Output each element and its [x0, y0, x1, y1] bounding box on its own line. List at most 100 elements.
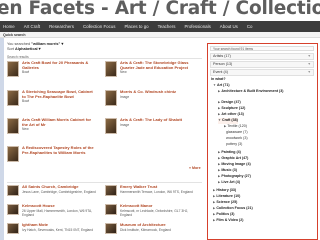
result-card[interactable]: Morris & Co. Windrush chintz Image: [105, 89, 201, 112]
result-thumbnail[interactable]: [105, 61, 117, 77]
result-title[interactable]: A Rediscovered Tapestry Roles of the Pre…: [22, 145, 96, 155]
facet-tree-item[interactable]: ▶Design (47): [218, 100, 241, 106]
facet-tree-item[interactable]: glassware (7): [226, 130, 248, 136]
facet-filter-artists[interactable]: Artists (17) ▼: [210, 53, 314, 60]
result-type: Image: [120, 122, 130, 127]
triangle-right-icon[interactable]: ▶: [213, 200, 215, 204]
chevron-down-icon[interactable]: ▼: [308, 62, 311, 67]
triangle-right-icon[interactable]: ▶: [218, 156, 220, 160]
section-divider: [7, 182, 202, 183]
nav-item-places[interactable]: Places to go: [120, 21, 153, 32]
triangle-right-icon[interactable]: ▶: [218, 89, 220, 93]
facet-filter-event[interactable]: Event (4) ▼: [210, 69, 314, 76]
result-type: Bowl: [22, 70, 30, 75]
triangle-right-icon[interactable]: ▶: [218, 168, 220, 172]
place-thumbnail[interactable]: [105, 204, 117, 215]
facet-tree-item[interactable]: woodwork (3): [226, 136, 248, 142]
page-edge-decoration: [0, 38, 4, 240]
facet-tree-item[interactable]: ▶Collection Focus (21): [213, 206, 253, 212]
result-thumbnail[interactable]: [105, 118, 117, 134]
triangle-right-icon[interactable]: ▶: [218, 174, 220, 178]
chevron-down-icon[interactable]: ▼: [308, 54, 311, 59]
facet-tree-item[interactable]: ▶Moving Image (4): [218, 162, 251, 168]
result-card[interactable]: Arts & Craft: The Stonebridge Glass Quar…: [105, 60, 201, 83]
place-thumbnail[interactable]: [105, 185, 117, 196]
nav-item-teachers[interactable]: Teachers: [153, 21, 180, 32]
searched-value[interactable]: "william morris" ▾: [31, 42, 63, 46]
nav-item-about[interactable]: About Us: [215, 21, 242, 32]
facet-tree-item[interactable]: pottery (3): [226, 142, 242, 148]
nav-item-art-craft[interactable]: Art Craft: [19, 21, 44, 32]
triangle-right-icon[interactable]: ▶: [224, 124, 226, 128]
place-address: Dick Institute, Kilmarnock, England: [120, 227, 171, 232]
place-item[interactable]: Museum of Architecture Dick Institute, K…: [105, 222, 201, 239]
place-item[interactable]: Emery Walker Trust Hammersmith Terrace, …: [105, 184, 201, 201]
facet-section-heading: In what?: [211, 77, 226, 81]
facet-tree-item[interactable]: ▶Sculpture (12): [218, 106, 245, 112]
facet-tree-item[interactable]: ▶Art other (13): [218, 112, 244, 118]
triangle-right-icon[interactable]: ▶: [218, 150, 220, 154]
triangle-right-icon[interactable]: ▶: [218, 180, 220, 184]
nav-item-collection-focus[interactable]: Collection Focus: [78, 21, 119, 32]
breadcrumb-label[interactable]: Quick search: [3, 33, 26, 37]
place-thumbnail[interactable]: [105, 223, 117, 234]
facet-tree-item[interactable]: ▶Literature (10): [213, 194, 240, 200]
sort-select[interactable]: Alphabetical ▾: [15, 47, 41, 51]
chevron-down-icon[interactable]: ▼: [308, 70, 311, 75]
triangle-down-icon[interactable]: ▼: [218, 118, 221, 122]
facet-tree-item[interactable]: ▶Live Art (4): [218, 180, 240, 186]
facet-tree-item[interactable]: ▶Film & Video (2): [213, 218, 243, 224]
nav-item-researchers[interactable]: Researchers: [45, 21, 79, 32]
triangle-right-icon[interactable]: ▶: [213, 212, 215, 216]
triangle-right-icon[interactable]: ▶: [213, 218, 215, 222]
facet-filter-label: Artists (17): [213, 54, 231, 58]
facet-tree-item[interactable]: ▶Architecture & Built Environment (3): [218, 89, 283, 95]
nav-item-home[interactable]: Home: [0, 21, 19, 32]
facet-tree-item[interactable]: ▶Science (25): [213, 200, 237, 206]
result-title[interactable]: Arts Craft William Morris Cabinet for th…: [22, 117, 96, 127]
result-thumbnail[interactable]: [105, 90, 117, 106]
facet-tree-item[interactable]: ▶Music (3): [218, 168, 237, 174]
result-thumbnail[interactable]: [7, 146, 19, 162]
triangle-right-icon[interactable]: ▶: [218, 162, 220, 166]
facet-sidebar: Your search found 91 items Artists (17) ▼…: [207, 43, 318, 240]
facet-tree-item[interactable]: ▼Art (71): [213, 83, 230, 89]
result-card[interactable]: A Rediscovered Tapestry Roles of the Pre…: [7, 145, 103, 168]
result-title[interactable]: Arts & Craft: The Stonebridge Glass Quar…: [120, 60, 194, 70]
more-results-link[interactable]: » More: [189, 166, 201, 170]
place-item[interactable]: All Saints Church, Cambridge Jesus Lane,…: [7, 184, 103, 201]
result-title[interactable]: A Stretching Seascape Bowl, Cabinet to T…: [22, 89, 96, 99]
triangle-right-icon[interactable]: ▶: [213, 206, 215, 210]
result-title[interactable]: Arts Craft Bowl for 20 Pheasants & Galle…: [22, 60, 96, 70]
place-item[interactable]: Kelmscott Manor Kelmscott, nr Lechlade, …: [105, 203, 201, 220]
triangle-right-icon[interactable]: ▶: [218, 106, 220, 110]
facet-tree-item[interactable]: ▼Craft (38): [218, 118, 238, 124]
result-thumbnail[interactable]: [7, 90, 19, 106]
result-type: Image: [120, 94, 130, 99]
place-item[interactable]: Ightham Mote Ivy Hatch, Sevenoaks, Kent,…: [7, 222, 103, 239]
result-thumbnail[interactable]: [7, 61, 19, 77]
facet-tree-item[interactable]: ▶Politics (3): [213, 212, 235, 218]
result-card[interactable]: Arts Craft William Morris Cabinet for th…: [7, 117, 103, 140]
triangle-right-icon[interactable]: ▶: [218, 100, 220, 104]
triangle-right-icon[interactable]: ▶: [213, 194, 215, 198]
facet-tree-item[interactable]: ▶Graphic Art (47): [218, 156, 248, 162]
result-card[interactable]: Arts Craft Bowl for 20 Pheasants & Galle…: [7, 60, 103, 83]
result-card[interactable]: Arts & Craft: The Lady of Shalott Image: [105, 117, 201, 140]
facet-tree-item[interactable]: ▶Textile (120): [224, 124, 247, 130]
place-thumbnail[interactable]: [7, 185, 19, 196]
triangle-right-icon[interactable]: ▶: [218, 112, 220, 116]
facet-tree-item[interactable]: ▶History (33): [213, 188, 236, 194]
triangle-right-icon[interactable]: ▶: [213, 188, 215, 192]
nav-item-professionals[interactable]: Professionals: [180, 21, 215, 32]
triangle-down-icon[interactable]: ▼: [213, 83, 216, 87]
facet-filter-person[interactable]: Person (13) ▼: [210, 61, 314, 68]
facet-tree-item[interactable]: ▶Photography (27): [218, 174, 251, 180]
facet-tree-item[interactable]: ▶Painting (4): [218, 150, 241, 156]
nav-item-more[interactable]: Co: [242, 21, 257, 32]
result-thumbnail[interactable]: [7, 118, 19, 134]
place-thumbnail[interactable]: [7, 223, 19, 234]
result-card[interactable]: A Stretching Seascape Bowl, Cabinet to T…: [7, 89, 103, 112]
place-item[interactable]: Kelmscott House 26 Upper Mall, Hammersmi…: [7, 203, 103, 220]
place-thumbnail[interactable]: [7, 204, 19, 215]
